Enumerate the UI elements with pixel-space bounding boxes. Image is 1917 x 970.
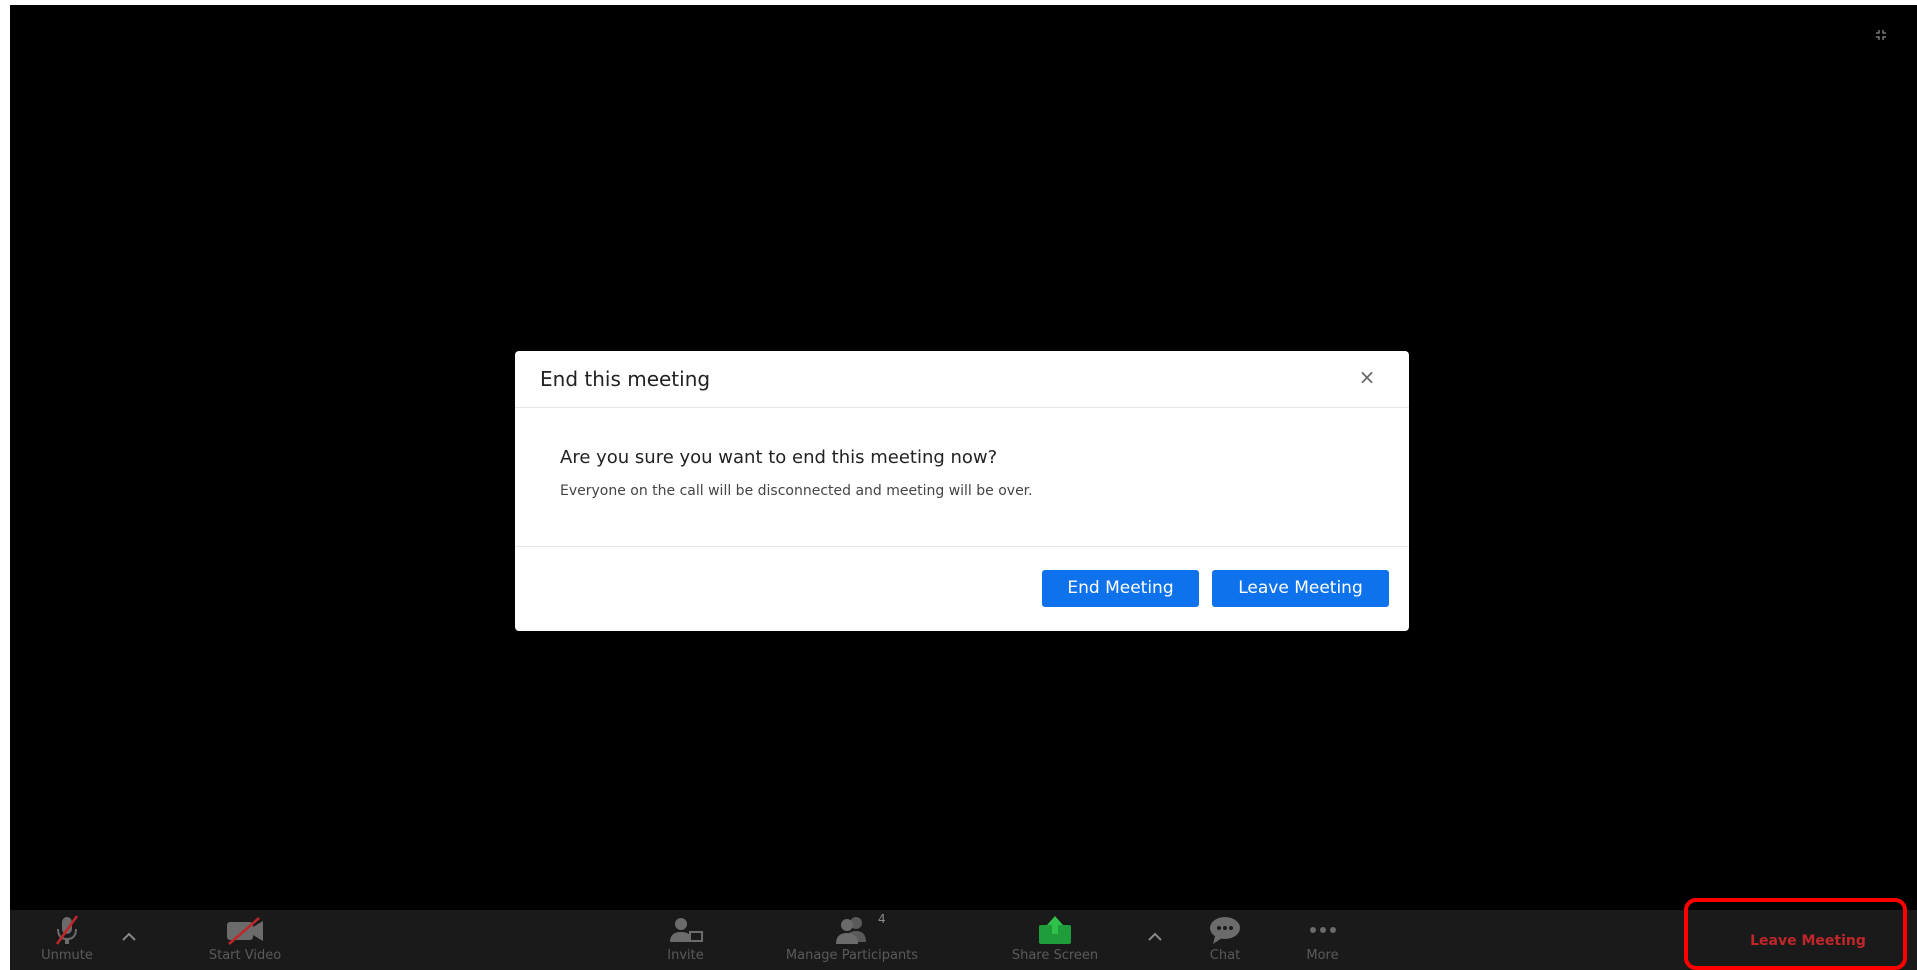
chat-bubble-icon: [1210, 917, 1240, 944]
start-video-label: Start Video: [208, 948, 282, 963]
dialog-detail: Everyone on the call will be disconnecte…: [560, 483, 1033, 499]
leave-meeting-button[interactable]: Leave Meeting: [1212, 570, 1389, 607]
participant-count: 4: [878, 912, 886, 926]
unmute-label: Unmute: [41, 948, 93, 963]
share-screen-icon: [1039, 916, 1071, 944]
share-options-chevron-up-icon[interactable]: [1146, 930, 1164, 944]
invite-person-icon: [669, 918, 703, 942]
chat-button[interactable]: Chat: [1190, 914, 1260, 970]
end-meeting-dialog: End this meeting × Are you sure you want…: [515, 351, 1409, 631]
manage-participants-label: Manage Participants: [785, 948, 919, 963]
invite-label: Invite: [667, 948, 704, 963]
more-label: More: [1306, 948, 1339, 963]
video-camera-off-icon: [227, 917, 263, 945]
share-screen-label: Share Screen: [1011, 948, 1099, 963]
meeting-toolbar: Unmute Start Video Invite 4 Manage Parti…: [10, 910, 1917, 970]
toolbar-leave-meeting-button[interactable]: Leave Meeting: [1699, 910, 1917, 970]
share-screen-button[interactable]: Share Screen: [990, 914, 1120, 970]
dialog-title: End this meeting: [540, 367, 711, 391]
dialog-header: End this meeting ×: [515, 351, 1409, 408]
manage-participants-button[interactable]: 4 Manage Participants: [762, 912, 942, 970]
end-meeting-button[interactable]: End Meeting: [1042, 570, 1199, 607]
invite-button[interactable]: Invite: [643, 914, 728, 970]
meeting-window: End this meeting × Are you sure you want…: [10, 5, 1917, 970]
start-video-button[interactable]: Start Video: [190, 914, 300, 970]
chat-label: Chat: [1209, 948, 1241, 963]
exit-fullscreen-icon[interactable]: [1873, 27, 1889, 43]
unmute-button[interactable]: Unmute: [32, 914, 102, 970]
dialog-question: Are you sure you want to end this meetin…: [560, 447, 998, 468]
toolbar-leave-meeting-label: Leave Meeting: [1750, 933, 1866, 949]
audio-options-chevron-up-icon[interactable]: [120, 930, 138, 944]
microphone-muted-icon: [55, 915, 79, 945]
dialog-body: Are you sure you want to end this meetin…: [515, 408, 1409, 547]
dialog-footer: End Meeting Leave Meeting: [515, 547, 1409, 632]
more-button[interactable]: More: [1290, 914, 1355, 970]
participants-icon: [836, 917, 866, 944]
more-ellipsis-icon: [1309, 927, 1336, 933]
close-icon[interactable]: ×: [1355, 365, 1379, 389]
